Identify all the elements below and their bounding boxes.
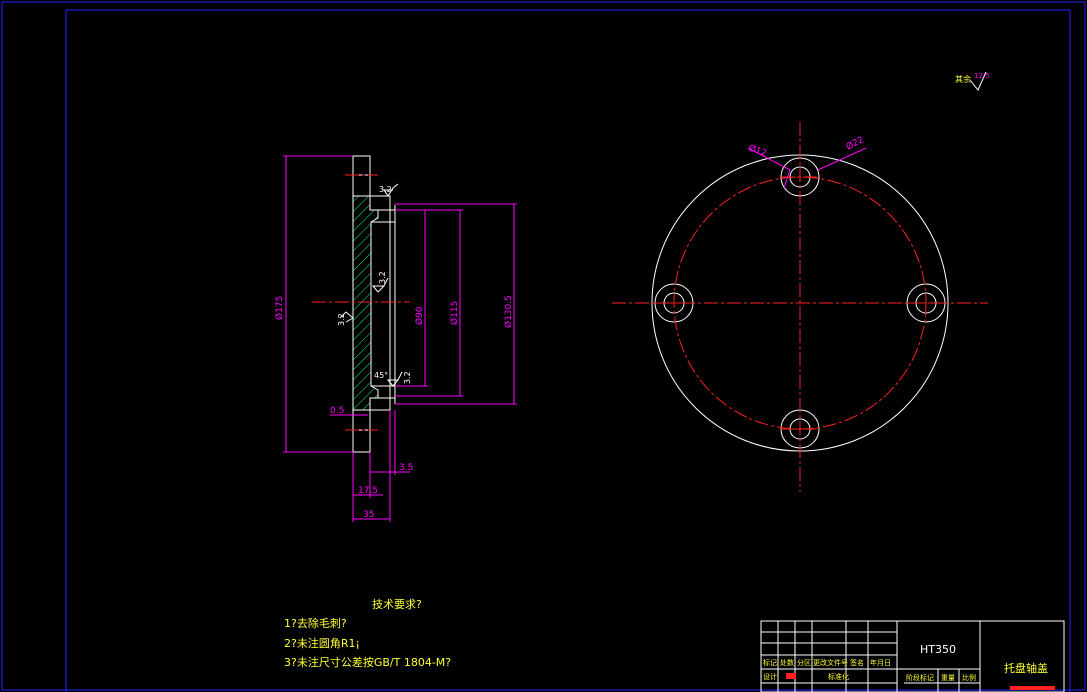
title-block: 标记 处数 分区 更改文件号 签名 年月日 设计 标准化 阶段标记 重量 比例 … <box>760 620 1065 692</box>
tb-weight: 重量 <box>941 674 955 682</box>
surface-note-label: 其余 <box>955 74 971 84</box>
dim-d115: Ø115 <box>449 301 460 325</box>
dim-d130-5: Ø130.5 <box>503 295 514 328</box>
tech-requirements: 技术要求? 1?去除毛刺? 2?未注圆角R1¡ 3?未注尺寸公差按GB/T 18… <box>284 598 451 669</box>
dim-17-5: 17.5 <box>358 486 378 496</box>
cad-drawing: Ø175 Ø90 Ø115 Ø130.5 17.5 35 3.5 0.5 3.2… <box>1 1 1086 692</box>
tb-count: 处数 <box>780 658 794 667</box>
tb-stage: 阶段标记 <box>906 673 934 682</box>
tb-date: 年月日 <box>870 658 891 667</box>
plan-view: Ø12 Ø22 <box>612 122 988 492</box>
tb-design: 设计 <box>763 672 777 681</box>
tb-change-doc: 更改文件号 <box>813 658 848 667</box>
dim-0-5: 0.5 <box>330 406 344 416</box>
surface-note: 其余 12.5 <box>955 71 990 91</box>
tech-requirement-3: 3?未注尺寸公差按GB/T 1804-M? <box>284 655 451 669</box>
tb-zone: 分区 <box>797 658 811 667</box>
roughness-mid: 3.2 <box>378 271 387 284</box>
surface-note-value: 12.5 <box>974 72 990 80</box>
hole-dim-label: Ø12 <box>747 142 768 159</box>
tb-standardize: 标准化 <box>828 672 849 681</box>
dim-d175: Ø175 <box>274 296 285 320</box>
dim-d90: Ø90 <box>414 306 425 325</box>
tb-mark: 标记 <box>763 658 777 667</box>
dim-3-5: 3.5 <box>399 463 413 473</box>
tb-scale: 比例 <box>962 673 976 682</box>
tb-sign: 签名 <box>850 658 864 667</box>
tech-requirements-title: 技术要求? <box>372 598 422 611</box>
tech-requirement-1: 1?去除毛刺? <box>284 616 347 630</box>
part-name: 托盘轴盖 <box>1004 661 1048 675</box>
drawing-frame <box>1 1 1086 692</box>
section-view: Ø175 Ø90 Ø115 Ø130.5 17.5 35 3.5 0.5 3.2… <box>274 155 517 522</box>
roughness-bottom: 3.2 <box>403 371 412 384</box>
dim-35: 35 <box>363 510 374 520</box>
tech-requirement-2: 2?未注圆角R1¡ <box>284 636 360 650</box>
designer-stamp <box>786 673 796 679</box>
part-code-bar <box>1010 686 1055 690</box>
chamfer-label: 45° <box>374 371 388 380</box>
material-label: HT350 <box>920 643 956 656</box>
plan-centerlines <box>612 122 988 492</box>
roughness-left: 3.2 <box>337 313 346 326</box>
roughness-top: 3.2 <box>379 185 392 194</box>
